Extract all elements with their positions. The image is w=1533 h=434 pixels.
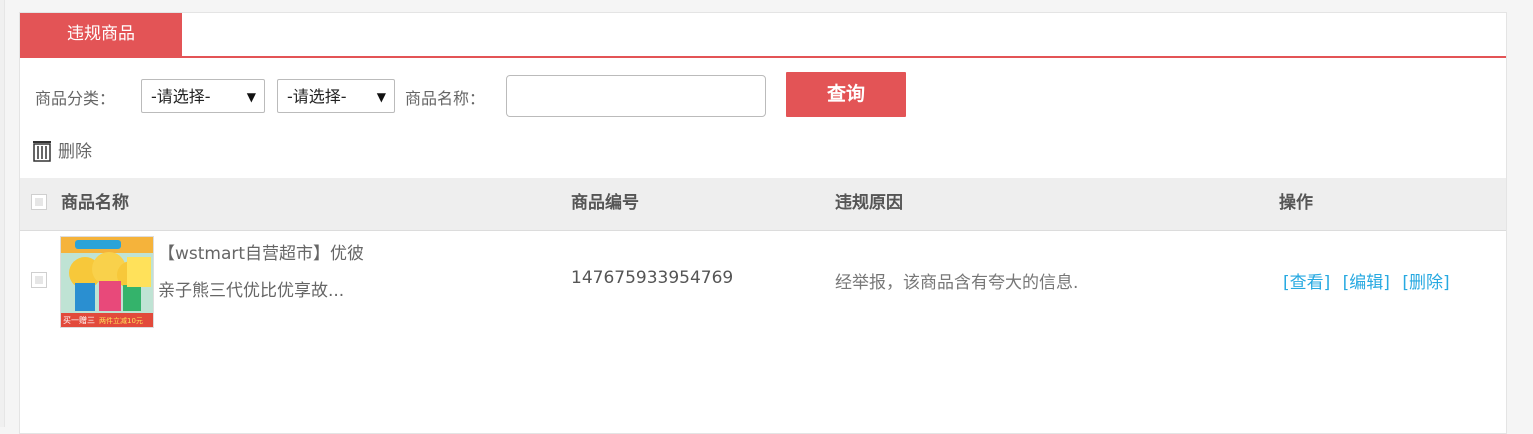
edit-link[interactable]: [编辑] bbox=[1343, 273, 1390, 293]
product-code: 147675933954769 bbox=[571, 268, 734, 288]
dropdown-arrow-icon: ▼ bbox=[246, 90, 256, 104]
product-name-line2: 亲子熊三代优比优享故... bbox=[158, 281, 345, 301]
delete-link[interactable]: [删除] bbox=[1402, 273, 1449, 293]
col-header-name: 商品名称 bbox=[61, 193, 129, 213]
category1-value: -请选择- bbox=[151, 87, 211, 106]
category-label: 商品分类： bbox=[35, 89, 116, 108]
col-header-code: 商品编号 bbox=[571, 193, 639, 213]
category2-value: -请选择- bbox=[287, 87, 347, 106]
product-image: 买一赠三 两件立减10元 bbox=[61, 237, 153, 327]
view-link[interactable]: [查看] bbox=[1283, 273, 1330, 293]
trash-icon bbox=[33, 141, 51, 162]
tab-violating-goods[interactable]: 违规商品 bbox=[20, 13, 182, 56]
svg-text:买一赠三: 买一赠三 bbox=[63, 315, 95, 325]
category1-select[interactable]: -请选择- ▼ bbox=[141, 79, 265, 113]
col-header-ops: 操作 bbox=[1279, 193, 1313, 213]
category2-select[interactable]: -请选择- ▼ bbox=[277, 79, 395, 113]
search-button[interactable]: 查询 bbox=[786, 72, 906, 117]
tab-bar: 违规商品 bbox=[20, 13, 1506, 58]
left-edge bbox=[0, 0, 5, 427]
delete-label: 删除 bbox=[58, 142, 92, 162]
select-all-checkbox[interactable] bbox=[31, 194, 47, 210]
svg-text:两件立减10元: 两件立减10元 bbox=[99, 316, 143, 325]
table-header: 商品名称 商品编号 违规原因 操作 bbox=[20, 178, 1506, 231]
table-row: 买一赠三 两件立减10元 【wstmart自营超市】优彼 亲子熊三代优比优享故.… bbox=[20, 231, 1506, 331]
violation-reason: 经举报，该商品含有夸大的信息. bbox=[835, 273, 1079, 293]
product-name: 【wstmart自营超市】优彼 亲子熊三代优比优享故... bbox=[158, 236, 398, 310]
product-thumbnail[interactable]: 买一赠三 两件立减10元 bbox=[60, 236, 154, 328]
goods-name-label: 商品名称： bbox=[405, 89, 486, 108]
goods-name-input[interactable] bbox=[506, 75, 766, 117]
row-operations: [查看] [编辑] [删除] bbox=[1283, 268, 1457, 293]
dropdown-arrow-icon: ▼ bbox=[376, 90, 386, 104]
product-name-line1: 【wstmart自营超市】优彼 bbox=[158, 244, 365, 264]
col-header-reason: 违规原因 bbox=[835, 193, 903, 213]
row-checkbox[interactable] bbox=[31, 272, 47, 288]
violations-panel: 违规商品 商品分类： -请选择- ▼ -请选择- ▼ 商品名称： 查询 删除 商… bbox=[19, 12, 1507, 434]
